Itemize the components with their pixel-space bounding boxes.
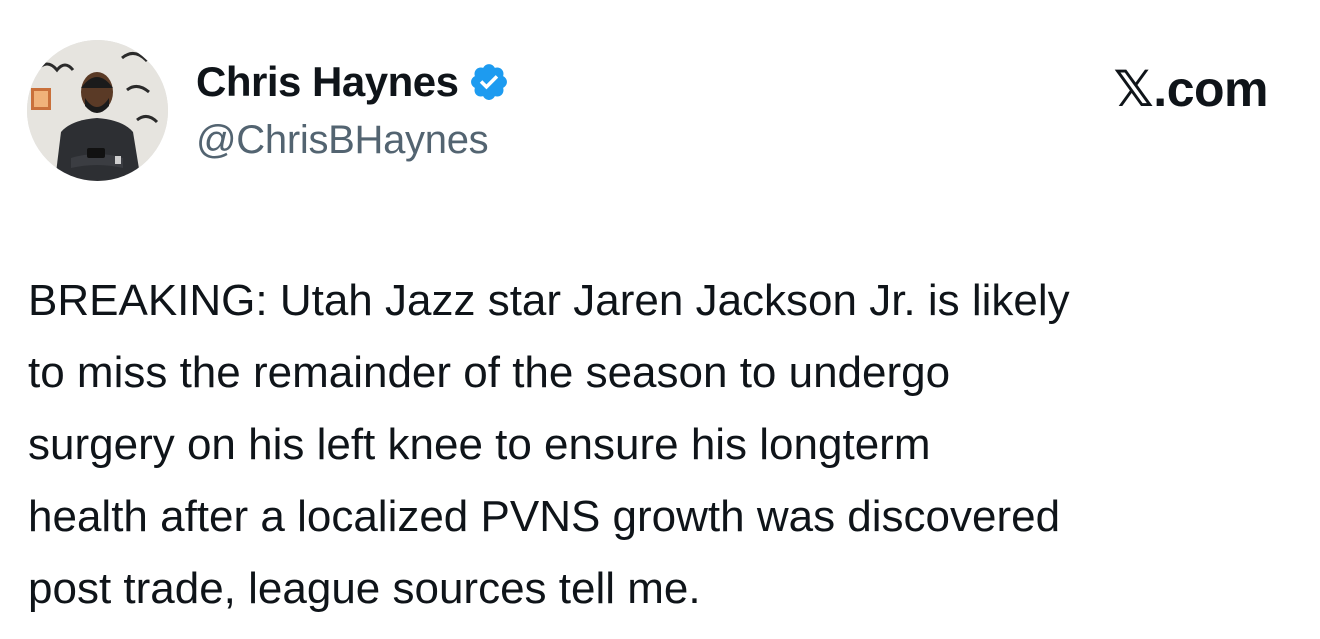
- verified-badge-icon: [468, 61, 510, 103]
- tweet-text-line: BREAKING: Utah Jazz star Jaren Jackson J…: [28, 276, 1070, 325]
- avatar[interactable]: [27, 40, 168, 181]
- display-name-row: Chris Haynes: [196, 56, 510, 108]
- tweet-text-line: surgery on his left knee to ensure his l…: [28, 420, 931, 469]
- x-com-logo: 𝕏.com: [1113, 61, 1269, 117]
- display-name[interactable]: Chris Haynes: [196, 58, 459, 106]
- tweet-card: Chris Haynes @ChrisBHaynes 𝕏.com BREAKIN…: [0, 0, 1320, 639]
- profile-photo-icon: [27, 40, 168, 181]
- author-handle[interactable]: @ChrisBHaynes: [196, 118, 489, 163]
- tweet-text: BREAKING: Utah Jazz star Jaren Jackson J…: [28, 265, 1308, 625]
- tweet-text-line: to miss the remainder of the season to u…: [28, 348, 951, 397]
- tweet-text-line: post trade, league sources tell me.: [28, 564, 701, 613]
- tweet-text-line: health after a localized PVNS growth was…: [28, 492, 1061, 541]
